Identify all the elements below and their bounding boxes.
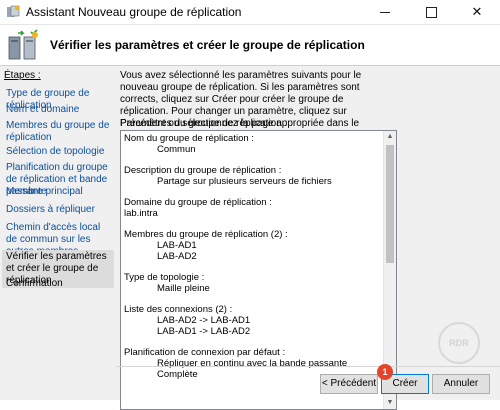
setting-value: Partage sur plusieurs serveurs de fichie… xyxy=(157,176,332,187)
setting-label: Planification de connexion par défaut : xyxy=(124,347,286,358)
setting-label: Liste des connexions (2) : xyxy=(124,304,233,315)
steps-title: Étapes : xyxy=(4,70,41,81)
step-primary-member[interactable]: Membre principal xyxy=(6,186,114,198)
page-title: Vérifier les paramètres et créer le grou… xyxy=(50,38,365,52)
step-folders[interactable]: Dossiers à répliquer xyxy=(6,204,114,216)
watermark-logo: RDR xyxy=(438,322,480,364)
setting-label: Description du groupe de réplication : xyxy=(124,165,282,176)
minimize-icon[interactable] xyxy=(362,0,408,24)
setting-description: Description du groupe de réplication : P… xyxy=(124,165,384,187)
params-label: Paramètres du groupe de réplication : xyxy=(120,118,288,129)
setting-value: Maille pleine xyxy=(157,283,210,294)
window-title: Assistant Nouveau groupe de réplication xyxy=(26,5,242,19)
settings-content: Nom du groupe de réplication : Commun De… xyxy=(124,133,384,390)
setting-label: Membres du groupe de réplication (2) : xyxy=(124,229,288,240)
step-name-domain[interactable]: Nom et domaine xyxy=(6,104,114,116)
wizard-header: Vérifier les paramètres et créer le grou… xyxy=(0,25,500,66)
setting-value: LAB-AD2 xyxy=(157,251,197,262)
setting-label: Domaine du groupe de réplication : xyxy=(124,197,272,208)
step-members[interactable]: Membres du groupe de réplication xyxy=(6,120,114,144)
scroll-down-icon[interactable]: ▼ xyxy=(384,397,396,409)
divider xyxy=(116,366,500,367)
step-topology[interactable]: Sélection de topologie xyxy=(6,146,114,158)
setting-value: LAB-AD2 -> LAB-AD1 xyxy=(157,315,251,326)
setting-members: Membres du groupe de réplication (2) : L… xyxy=(124,229,384,262)
settings-textbox[interactable]: Nom du groupe de réplication : Commun De… xyxy=(120,130,397,410)
setting-label: Nom du groupe de réplication : xyxy=(124,133,254,144)
maximize-icon[interactable] xyxy=(408,0,454,24)
setting-value: lab.intra xyxy=(124,208,158,219)
setting-label: Type de topologie : xyxy=(124,272,205,283)
cancel-button[interactable]: Annuler xyxy=(432,374,490,394)
setting-name: Nom du groupe de réplication : Commun xyxy=(124,133,384,155)
close-icon[interactable]: ✕ xyxy=(454,0,500,24)
setting-value: Commun xyxy=(157,144,196,155)
setting-topology: Type de topologie : Maille pleine xyxy=(124,272,384,294)
setting-domain: Domaine du groupe de réplication : lab.i… xyxy=(124,197,384,219)
replication-wizard-icon xyxy=(8,29,38,60)
step-badge: 1 xyxy=(377,364,393,380)
previous-button[interactable]: < Précédent xyxy=(320,374,378,394)
setting-value: LAB-AD1 -> LAB-AD2 xyxy=(157,326,251,337)
scroll-up-icon[interactable]: ▲ xyxy=(384,131,396,143)
setting-value: LAB-AD1 xyxy=(157,240,197,251)
app-icon xyxy=(7,5,20,17)
step-confirmation: Confirmation xyxy=(6,278,63,289)
title-bar: Assistant Nouveau groupe de réplication … xyxy=(0,0,500,25)
scroll-thumb[interactable] xyxy=(386,145,394,263)
steps-panel: Étapes : Type de groupe de réplication N… xyxy=(0,66,116,400)
setting-connections: Liste des connexions (2) : LAB-AD2 -> LA… xyxy=(124,304,384,337)
